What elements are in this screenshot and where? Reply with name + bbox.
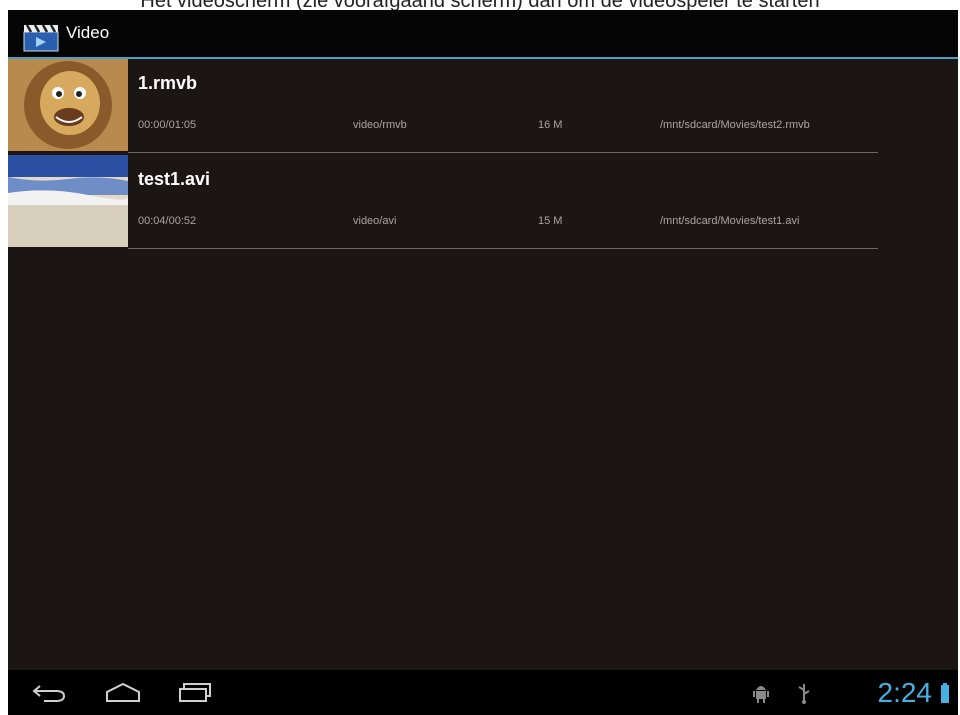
video-mime-type: video/avi [353,215,397,227]
device-screen: Video 1.rmvb 00:00/01:05 video/rmvb 16 M… [8,10,958,715]
app-title: Video [66,23,110,42]
video-path: /mnt/sdcard/Movies/test2.rmvb [660,119,810,131]
recent-apps-icon[interactable] [176,680,216,704]
system-navigation-bar: 2:24 [8,670,958,715]
usb-icon [798,684,810,704]
video-list: 1.rmvb 00:00/01:05 video/rmvb 16 M /mnt/… [8,59,958,251]
home-icon[interactable] [103,680,143,704]
row-divider [128,152,878,153]
clock: 2:24 [877,677,933,708]
list-item[interactable]: test1.avi 00:04/00:52 video/avi 15 M /mn… [8,155,958,249]
video-name: 1.rmvb [138,73,198,93]
video-name: test1.avi [138,169,211,189]
battery-icon [941,683,949,703]
video-size: 16 M [538,119,563,131]
video-size: 15 M [538,215,563,227]
lion-thumbnail [8,59,128,151]
video-duration: 00:04/00:52 [138,215,197,227]
beach-thumbnail [8,155,128,247]
row-divider [128,248,878,249]
video-mime-type: video/rmvb [353,119,407,131]
video-duration: 00:00/01:05 [138,119,197,131]
action-bar: Video [8,10,958,59]
video-path: /mnt/sdcard/Movies/test1.avi [660,215,800,227]
video-clapper-icon[interactable] [22,22,60,52]
list-item[interactable]: 1.rmvb 00:00/01:05 video/rmvb 16 M /mnt/… [8,59,958,153]
android-debug-icon [753,686,769,703]
back-icon[interactable] [30,680,70,704]
